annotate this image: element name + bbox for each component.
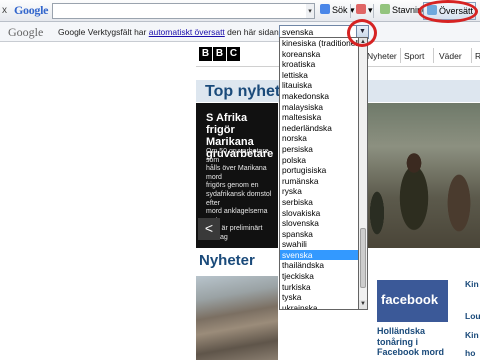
search-history-dropdown-icon[interactable]: ▾ [306, 3, 315, 19]
language-option[interactable]: ryska [280, 186, 358, 197]
language-option[interactable]: maltesiska [280, 112, 358, 123]
language-option[interactable]: lettiska [280, 70, 358, 81]
scrollbar-thumb[interactable] [360, 228, 366, 288]
selected-language-value: svenska [282, 27, 314, 37]
nav-item-weather[interactable]: Väder [439, 51, 462, 61]
language-option[interactable]: slovakiska [280, 208, 358, 219]
nav-item-news[interactable]: Nyheter [367, 51, 397, 61]
close-icon[interactable]: x [2, 5, 11, 16]
language-option[interactable]: makedonska [280, 91, 358, 102]
auto-translated-link[interactable]: automatiskt översatt [149, 27, 225, 37]
facebook-story-photo[interactable]: facebook [377, 280, 448, 322]
language-option[interactable]: norska [280, 133, 358, 144]
nav-item-sport[interactable]: Sport [404, 51, 424, 61]
nav-divider [400, 48, 401, 63]
nav-divider [433, 48, 434, 63]
translate-bar-logo: Google [8, 25, 44, 39]
language-option[interactable]: rumänska [280, 176, 358, 187]
translate-message: Google Verktygsfält har automatiskt över… [58, 27, 289, 37]
language-option[interactable]: portugisiska [280, 165, 358, 176]
language-option[interactable]: malaysiska [280, 102, 358, 113]
scroll-down-arrow-icon[interactable]: ▼ [359, 300, 367, 309]
search-icon [320, 4, 330, 14]
language-option[interactable]: nederländska [280, 123, 358, 134]
language-option[interactable]: kroatiska [280, 59, 358, 70]
toolbar-divider [350, 4, 351, 18]
search-button[interactable]: Sök ▾ [317, 3, 358, 19]
top-stories-title: Top nyhete [205, 83, 290, 100]
language-option[interactable]: serbiska [280, 197, 358, 208]
language-option[interactable]: tyska [280, 292, 358, 303]
language-option[interactable]: thailändska [280, 260, 358, 271]
news-photo[interactable] [196, 276, 278, 360]
side-story-link[interactable]: Kin [465, 279, 479, 289]
nav-divider [471, 48, 472, 63]
language-option[interactable]: litauiska [280, 80, 358, 91]
bookmark-icon [356, 4, 366, 14]
language-option[interactable]: turkiska [280, 282, 358, 293]
toolbar-divider [373, 4, 374, 18]
side-story-link[interactable]: ho [465, 348, 475, 358]
google-logo-text: Google [14, 3, 49, 17]
facebook-story-headline[interactable]: Holländska tonåring i Facebook mord [377, 326, 457, 358]
google-toolbar: x Google ▾ Sök ▾ ▾ Stavning Översätt ▾ [0, 0, 480, 32]
facebook-logo: facebook [381, 292, 439, 307]
language-option[interactable]: ukrainska [280, 303, 358, 309]
nav-item-more[interactable]: R [475, 51, 480, 61]
carousel-prev-button[interactable]: < [198, 218, 220, 240]
story-photo[interactable] [359, 103, 480, 248]
news-section-title[interactable]: Nyheter [199, 252, 255, 269]
spellcheck-icon [380, 4, 390, 14]
language-option[interactable]: spanska [280, 229, 358, 240]
language-option[interactable]: kinesiska (traditionell) [280, 38, 358, 49]
dropdown-scrollbar[interactable]: ▲ ▼ [359, 37, 368, 310]
language-option[interactable]: tjeckiska [280, 271, 358, 282]
translate-infobar: Google Google Verktygsfält har automatis… [0, 22, 480, 42]
language-option[interactable]: persiska [280, 144, 358, 155]
language-option[interactable]: swahili [280, 239, 358, 250]
highlight-circle-translate-button [418, 0, 478, 23]
translate-message-prefix: Google Verktygsfält har [58, 27, 147, 37]
language-option[interactable]: polska [280, 155, 358, 166]
language-option[interactable]: koreanska [280, 49, 358, 60]
side-story-link[interactable]: Lou [465, 311, 480, 321]
language-option[interactable]: slovenska [280, 218, 358, 229]
language-option[interactable]: svenska [280, 249, 358, 261]
google-toolbar-logo[interactable]: Google [14, 3, 49, 18]
highlight-circle-language-arrow [347, 19, 377, 47]
search-button-label: Sök [332, 5, 348, 15]
language-dropdown-list[interactable]: kinesiska (traditionell) koreanska kroatis… [279, 37, 359, 310]
toolbar-search-input[interactable] [52, 3, 308, 19]
side-story-link[interactable]: Kin [465, 330, 479, 340]
